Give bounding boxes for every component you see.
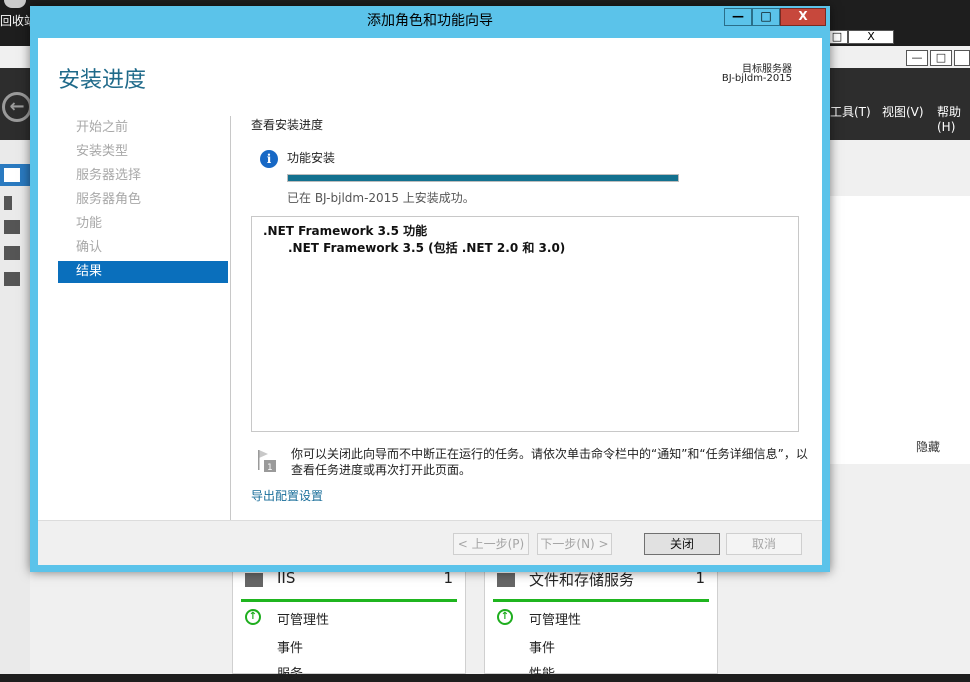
menu-help[interactable]: 帮助(H) bbox=[937, 103, 970, 134]
hide-link[interactable]: 隐藏 bbox=[916, 438, 940, 455]
nav-results[interactable]: 结果 bbox=[58, 261, 228, 283]
window-title: 添加角色和功能向导 bbox=[367, 13, 493, 29]
minimize-button[interactable]: — bbox=[724, 8, 752, 26]
nav-confirmation: 确认 bbox=[76, 240, 103, 255]
note-text: 你可以关闭此向导而不中断正在运行的任务。请依次单击命令栏中的“通知”和“任务详细… bbox=[291, 447, 808, 477]
bg-inner-min-button[interactable]: — bbox=[906, 50, 928, 66]
tile-title[interactable]: 文件和存储服务 bbox=[529, 569, 634, 590]
note-badge-number: 1 bbox=[267, 463, 273, 473]
iis-icon[interactable] bbox=[4, 246, 20, 260]
menu-tools[interactable]: 工具(T) bbox=[830, 103, 871, 120]
menu-view[interactable]: 视图(V) bbox=[882, 103, 924, 120]
add-roles-wizard-window: 添加角色和功能向导 — □ X 安装进度 目标服务器 BJ-bjldm-2015… bbox=[30, 6, 830, 572]
tile-row-manageability[interactable]: 可管理性 bbox=[529, 609, 581, 628]
page-title: 安装进度 bbox=[58, 68, 147, 93]
install-progress-fill bbox=[288, 175, 678, 181]
tile-status-bar bbox=[241, 599, 457, 602]
nav-server-selection: 服务器选择 bbox=[76, 168, 142, 183]
nav-divider bbox=[230, 116, 231, 522]
local-server-icon[interactable] bbox=[4, 196, 12, 210]
nav-before-you-begin: 开始之前 bbox=[76, 120, 129, 135]
bg-inner-close-button[interactable] bbox=[954, 50, 970, 66]
notification-flag-icon: 1 bbox=[256, 448, 278, 474]
close-window-button[interactable]: X bbox=[780, 8, 826, 26]
info-icon: i bbox=[260, 150, 278, 168]
tile-file-storage[interactable]: 文件和存储服务 1 ↑ 可管理性 事件 性能 bbox=[484, 566, 718, 682]
file-storage-tile-icon bbox=[497, 573, 515, 587]
all-servers-icon[interactable] bbox=[4, 220, 20, 234]
tile-row-services[interactable]: 服务 bbox=[277, 663, 303, 682]
maximize-button[interactable]: □ bbox=[752, 8, 780, 26]
cancel-button[interactable]: 取消 bbox=[726, 533, 802, 555]
up-arrow-ok-icon: ↑ bbox=[497, 609, 513, 625]
bg-close-button[interactable]: X bbox=[848, 30, 894, 44]
export-config-link[interactable]: 导出配置设置 bbox=[251, 487, 323, 504]
result-feature: .NET Framework 3.5 功能 bbox=[263, 224, 428, 238]
up-arrow-ok-icon: ↑ bbox=[245, 609, 261, 625]
wizard-footer: < 上一步(P) 下一步(N) > 关闭 取消 bbox=[38, 520, 822, 565]
install-progress-bar bbox=[287, 174, 679, 182]
tile-row-events[interactable]: 事件 bbox=[277, 637, 303, 656]
nav-features: 功能 bbox=[76, 216, 103, 231]
next-button[interactable]: 下一步(N) > bbox=[537, 533, 612, 555]
tile-row-performance[interactable]: 性能 bbox=[529, 663, 555, 682]
recycle-bin-icon[interactable] bbox=[4, 0, 26, 8]
results-list[interactable]: .NET Framework 3.5 功能 .NET Framework 3.5… bbox=[251, 216, 799, 432]
task-name: 功能安装 bbox=[287, 151, 336, 165]
tile-row-manageability[interactable]: 可管理性 bbox=[277, 609, 329, 628]
nav-server-roles: 服务器角色 bbox=[76, 192, 142, 207]
result-subfeature: .NET Framework 3.5 (包括 .NET 2.0 和 3.0) bbox=[288, 241, 566, 255]
back-arrow-icon[interactable]: ← bbox=[2, 92, 32, 122]
nav-installation-type: 安装类型 bbox=[76, 144, 129, 159]
previous-button[interactable]: < 上一步(P) bbox=[453, 533, 529, 555]
close-button[interactable]: 关闭 bbox=[644, 533, 720, 555]
tile-status-bar bbox=[493, 599, 709, 602]
dashboard-icon bbox=[4, 168, 20, 182]
file-storage-icon[interactable] bbox=[4, 272, 20, 286]
target-server-name: BJ-bjldm-2015 bbox=[721, 73, 792, 84]
iis-tile-icon bbox=[245, 573, 263, 587]
section-label: 查看安装进度 bbox=[251, 118, 324, 132]
wizard-client-area: 安装进度 目标服务器 BJ-bjldm-2015 开始之前 安装类型 服务器选择… bbox=[38, 38, 822, 565]
status-text: 已在 BJ-bjldm-2015 上安装成功。 bbox=[287, 191, 475, 205]
welcome-panel bbox=[829, 196, 970, 464]
tile-iis[interactable]: IIS 1 ↑ 可管理性 事件 服务 bbox=[232, 566, 466, 682]
bg-inner-max-button[interactable]: □ bbox=[930, 50, 952, 66]
tile-row-events[interactable]: 事件 bbox=[529, 637, 555, 656]
